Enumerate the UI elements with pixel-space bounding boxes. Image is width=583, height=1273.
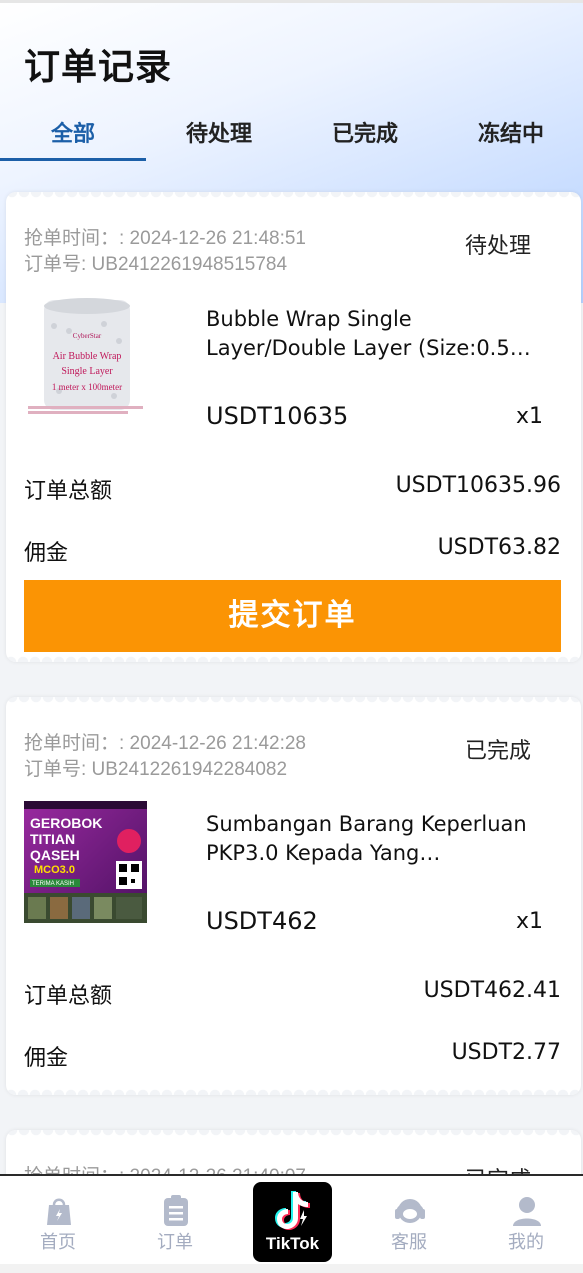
bottom-tabbar: 首页 订单 TikTok 客服 我的 bbox=[0, 1174, 583, 1273]
tabbar-label: 我的 bbox=[508, 1232, 544, 1253]
order-total-label: 订单总额 bbox=[24, 479, 113, 504]
commission-value: USDT63.82 bbox=[437, 535, 561, 560]
product-quantity: x1 bbox=[515, 909, 543, 934]
product-quantity: x1 bbox=[515, 404, 543, 429]
tab-all[interactable]: 全部 bbox=[0, 112, 146, 162]
home-bag-icon bbox=[47, 1198, 71, 1225]
commission-value: USDT2.77 bbox=[451, 1040, 561, 1065]
page-title: 订单记录 bbox=[24, 47, 173, 88]
image-line3-text: 1 meter x 100meter bbox=[52, 382, 122, 392]
product-image[interactable]: GEROBOK TITIAN QASEH MCO3.0 TERIMA KASIH bbox=[24, 801, 147, 923]
image-thanks-text: TERIMA KASIH bbox=[32, 881, 74, 887]
tiktok-label: TikTok bbox=[265, 1234, 320, 1253]
image-line3-text: QASEH bbox=[30, 847, 80, 863]
submit-order-button[interactable]: 提交订单 bbox=[24, 580, 561, 652]
product-price: USDT10635 bbox=[206, 402, 349, 430]
order-status: 已完成 bbox=[464, 739, 531, 764]
headset-icon bbox=[395, 1199, 425, 1223]
tab-completed[interactable]: 已完成 bbox=[292, 112, 438, 162]
tab-frozen[interactable]: 冻结中 bbox=[438, 112, 583, 162]
commission-label: 佣金 bbox=[24, 1046, 69, 1071]
grab-time: 抢单时间：: 2024-12-26 21:42:28 bbox=[24, 733, 306, 754]
commission-label: 佣金 bbox=[24, 541, 69, 566]
bottom-strip bbox=[0, 1264, 583, 1273]
order-number: 订单号: UB2412261942284082 bbox=[24, 759, 288, 780]
tabbar-profile[interactable]: 我的 bbox=[468, 1176, 583, 1256]
user-icon bbox=[513, 1197, 541, 1226]
order-status: 待处理 bbox=[464, 234, 531, 259]
order-total-value: USDT462.41 bbox=[423, 978, 561, 1003]
order-card: 抢单时间：: 2024-12-26 21:48:51 订单号: UB241226… bbox=[6, 192, 581, 662]
product-name[interactable]: Sumbangan Barang Keperluan PKP3.0 Kepada… bbox=[206, 810, 546, 868]
tabbar-home[interactable]: 首页 bbox=[0, 1176, 116, 1256]
order-card: 抢单时间：: 2024-12-26 21:42:28 订单号: UB241226… bbox=[6, 697, 581, 1095]
product-name[interactable]: Bubble Wrap Single Layer/Double Layer (S… bbox=[206, 305, 546, 363]
clipboard-icon bbox=[164, 1195, 188, 1226]
image-line2-text: TITIAN bbox=[30, 831, 75, 847]
product-image[interactable]: CyberStar Air Bubble Wrap Single Layer 1… bbox=[24, 296, 147, 418]
image-line1-text: GEROBOK bbox=[30, 815, 102, 831]
tabbar-label: 订单 bbox=[157, 1232, 193, 1253]
tabbar-orders[interactable]: 订单 bbox=[117, 1176, 233, 1256]
tabbar-tiktok[interactable]: TikTok bbox=[253, 1182, 332, 1262]
order-total-label: 订单总额 bbox=[24, 984, 113, 1009]
product-price: USDT462 bbox=[206, 907, 318, 935]
active-tab-indicator bbox=[0, 158, 146, 161]
order-total-value: USDT10635.96 bbox=[395, 473, 561, 498]
order-number: 订单号: UB2412261948515784 bbox=[24, 254, 288, 275]
tabbar-label: 客服 bbox=[391, 1232, 427, 1253]
tiktok-logo-icon bbox=[275, 1191, 310, 1230]
image-line2-text: Single Layer bbox=[61, 366, 113, 377]
image-brand-text: CyberStar bbox=[73, 332, 102, 340]
image-line4-text: MCO3.0 bbox=[34, 864, 75, 876]
tabbar-service[interactable]: 客服 bbox=[351, 1176, 467, 1256]
tab-pending[interactable]: 待处理 bbox=[146, 112, 292, 162]
tabbar-label: 首页 bbox=[40, 1232, 76, 1253]
grab-time: 抢单时间：: 2024-12-26 21:48:51 bbox=[24, 228, 306, 249]
image-line1-text: Air Bubble Wrap bbox=[53, 351, 122, 362]
order-tabs: 全部 待处理 已完成 冻结中 bbox=[0, 112, 583, 164]
